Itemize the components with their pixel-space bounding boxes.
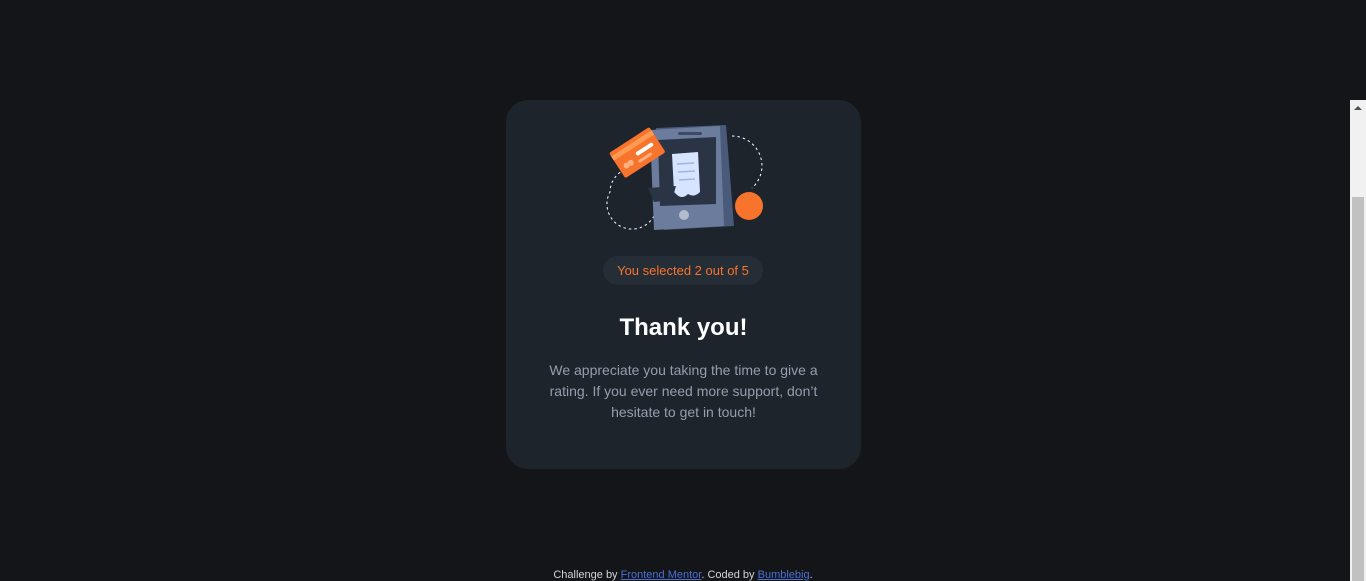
page: You selected 2 out of 5 Thank you! We ap… [0,0,1366,581]
attribution-middle: . Coded by [701,569,758,581]
selected-rating-badge: You selected 2 out of 5 [603,256,763,285]
attribution-suffix: . [809,569,813,581]
attribution-footer: Challenge by Frontend Mentor. Coded by B… [0,568,1366,581]
frontend-mentor-link[interactable]: Frontend Mentor [621,569,702,581]
thank-you-card: You selected 2 out of 5 Thank you! We ap… [506,100,861,469]
thank-you-title: Thank you! [619,314,748,341]
vertical-scrollbar[interactable] [1350,100,1366,581]
scrollbar-thumb[interactable] [1352,197,1364,581]
scroll-up-arrow-icon[interactable] [1350,100,1366,116]
thank-you-description: We appreciate you taking the time to giv… [549,362,818,420]
phone-receipt-payment-illustration-icon [606,125,763,230]
attribution-prefix: Challenge by [553,569,621,581]
author-link[interactable]: Bumblebig [758,569,810,581]
